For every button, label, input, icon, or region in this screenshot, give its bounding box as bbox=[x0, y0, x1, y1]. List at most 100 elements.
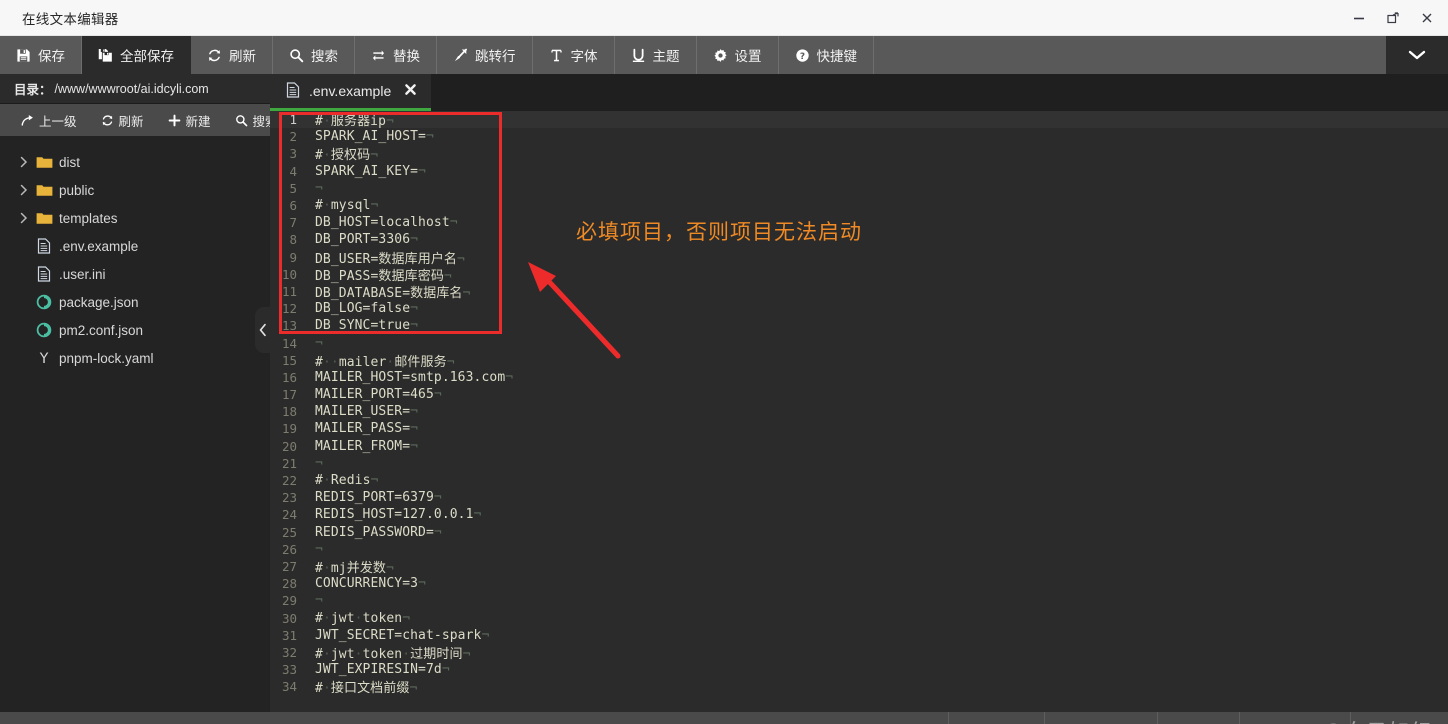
line-number: 30 bbox=[281, 610, 297, 626]
code-line[interactable]: 6 #·mysql¬ bbox=[270, 197, 1448, 214]
code-line[interactable]: 25 REDIS_PASSWORD=¬ bbox=[270, 524, 1448, 541]
line-number: 25 bbox=[281, 524, 297, 540]
code-line[interactable]: 19 MAILER_PASS=¬ bbox=[270, 420, 1448, 437]
toolbar-button-save[interactable]: 保存 bbox=[0, 36, 82, 74]
tree-item-pm2-conf-json[interactable]: pm2.conf.json bbox=[0, 316, 270, 344]
toolbar-button-theme[interactable]: 主题 bbox=[615, 36, 697, 74]
tree-item-env-example[interactable]: .env.example bbox=[0, 232, 270, 260]
line-number: 31 bbox=[281, 627, 297, 643]
toolbar-button-goto-line[interactable]: 跳转行 bbox=[437, 36, 533, 74]
screen: 全局：公众消息进入计算 在线文本编辑器 bbox=[0, 0, 1448, 724]
code-line[interactable]: 5 ¬ bbox=[270, 180, 1448, 197]
minimize-icon bbox=[1354, 17, 1364, 20]
code-line[interactable]: 15 #··mailer·邮件服务¬ bbox=[270, 352, 1448, 370]
status-encoding[interactable]: 编码: UTF-8 bbox=[1238, 712, 1350, 724]
code-line[interactable]: 13 DB_SYNC=true¬ bbox=[270, 317, 1448, 334]
code-line[interactable]: 32 #·jwt·token·过期时间¬ bbox=[270, 644, 1448, 662]
line-number: 21 bbox=[281, 455, 297, 471]
file-icon bbox=[32, 266, 56, 282]
line-number: 5 bbox=[289, 180, 297, 196]
code-line[interactable]: 9 DB_USER=数据库用户名¬ bbox=[270, 249, 1448, 267]
code-line[interactable]: 14 ¬ bbox=[270, 334, 1448, 351]
toolbar-button-shortcuts[interactable]: ? 快捷键 bbox=[779, 36, 874, 74]
fm-button-up-level[interactable]: 上一级 bbox=[12, 108, 86, 133]
fm-button-new[interactable]: 新建 bbox=[159, 108, 220, 133]
code-line[interactable]: 33 JWT_EXPIRESIN=7d¬ bbox=[270, 661, 1448, 678]
status-indent-spaces[interactable]: 空格: 4 bbox=[1157, 712, 1238, 724]
code-line[interactable]: 8 DB_PORT=3306¬ bbox=[270, 231, 1448, 248]
code-line[interactable]: 30 #·jwt·token¬ bbox=[270, 609, 1448, 626]
code-line[interactable]: 3 #·授权码¬ bbox=[270, 145, 1448, 163]
code-line[interactable]: 18 MAILER_USER=¬ bbox=[270, 403, 1448, 420]
code-line[interactable]: 7 DB_HOST=localhost¬ bbox=[270, 214, 1448, 231]
tree-item-package-json[interactable]: package.json bbox=[0, 288, 270, 316]
code-text: SPARK_AI_HOST=¬ bbox=[315, 129, 434, 145]
code-text: #·接口文档前缀¬ bbox=[315, 681, 418, 697]
line-number: 10 bbox=[281, 266, 297, 282]
code-line[interactable]: 2 SPARK_AI_HOST=¬ bbox=[270, 128, 1448, 145]
status-history-version[interactable]: 历史版本: 无 bbox=[1044, 712, 1157, 724]
toolbar-button-settings[interactable]: 设置 bbox=[697, 36, 779, 74]
code-line[interactable]: 16 MAILER_HOST=smtp.163.com¬ bbox=[270, 369, 1448, 386]
code-line[interactable]: 26 ¬ bbox=[270, 541, 1448, 558]
chevron-right-icon[interactable] bbox=[16, 184, 32, 196]
status-language[interactable]: 语言: Text bbox=[1349, 712, 1448, 724]
folder-icon bbox=[32, 155, 56, 169]
tree-label-templates: templates bbox=[59, 210, 118, 226]
toolbar-button-font[interactable]: 字体 bbox=[533, 36, 615, 74]
tab-env-example[interactable]: .env.example bbox=[270, 74, 432, 111]
maximize-button[interactable] bbox=[1376, 0, 1410, 36]
code-line[interactable]: 1 #·服务器ip¬ bbox=[270, 111, 1448, 130]
tree-item-templates[interactable]: templates bbox=[0, 204, 270, 232]
toolbar-label-replace: 替换 bbox=[393, 49, 420, 64]
toolbar-button-search[interactable]: 搜索 bbox=[273, 36, 355, 74]
code-line[interactable]: 23 REDIS_PORT=6379¬ bbox=[270, 489, 1448, 506]
toolbar-button-save-all[interactable]: 全部保存 bbox=[82, 36, 191, 74]
minimize-button[interactable] bbox=[1342, 0, 1376, 36]
code-line[interactable]: 22 #·Redis¬ bbox=[270, 472, 1448, 489]
code-line[interactable]: 24 REDIS_HOST=127.0.0.1¬ bbox=[270, 506, 1448, 523]
json-file-icon bbox=[32, 294, 56, 310]
code-line[interactable]: 12 DB_LOG=false¬ bbox=[270, 300, 1448, 317]
code-line[interactable]: 4 SPARK_AI_KEY=¬ bbox=[270, 163, 1448, 180]
tree-item-user-ini[interactable]: .user.ini bbox=[0, 260, 270, 288]
line-number: 17 bbox=[281, 387, 297, 403]
code-line[interactable]: 29 ¬ bbox=[270, 592, 1448, 609]
tree-item-dist[interactable]: dist bbox=[0, 148, 270, 176]
code-lines[interactable]: 1 #·服务器ip¬ 2 SPARK_AI_HOST=¬ 3 #·授权码¬ 4 SPARK_A… bbox=[270, 111, 1448, 697]
code-line[interactable]: 31 JWT_SECRET=chat-spark¬ bbox=[270, 627, 1448, 644]
code-editor[interactable]: 1 #·服务器ip¬ 2 SPARK_AI_HOST=¬ 3 #·授权码¬ 4 SPARK_A… bbox=[270, 111, 1448, 712]
fm-label-new: 新建 bbox=[185, 114, 211, 129]
chevron-right-icon[interactable] bbox=[16, 212, 32, 224]
status-cursor-position[interactable]: 行 1, 列 0 bbox=[948, 712, 1044, 724]
code-text: #·服务器ip¬ bbox=[315, 114, 394, 130]
code-line[interactable]: 11 DB_DATABASE=数据库名¬ bbox=[270, 283, 1448, 301]
line-number: 12 bbox=[281, 301, 297, 317]
tree-item-public[interactable]: public bbox=[0, 176, 270, 204]
toolbar-button-refresh[interactable]: 刷新 bbox=[191, 36, 273, 74]
code-line[interactable]: 17 MAILER_PORT=465¬ bbox=[270, 386, 1448, 403]
close-button[interactable] bbox=[1410, 0, 1444, 36]
goto-line-icon bbox=[454, 48, 467, 61]
code-line[interactable]: 21 ¬ bbox=[270, 455, 1448, 472]
tree-item-pnpm-lock-yaml[interactable]: Y pnpm-lock.yaml bbox=[0, 344, 270, 372]
toolbar-overflow-button[interactable] bbox=[1386, 36, 1448, 74]
toolbar: 保存 全部保存 刷新 搜索 替换 跳转行 字体 主题 设置 ? 快捷键 bbox=[0, 36, 1448, 74]
sidebar-collapse-handle[interactable] bbox=[255, 307, 271, 353]
code-line[interactable]: 20 MAILER_FROM=¬ bbox=[270, 438, 1448, 455]
code-line[interactable]: 10 DB_PASS=数据库密码¬ bbox=[270, 266, 1448, 284]
tab-strip: .env.example bbox=[270, 74, 1448, 111]
help-icon: ? bbox=[795, 48, 809, 61]
file-icon bbox=[32, 238, 56, 254]
code-text: MAILER_PORT=465¬ bbox=[315, 387, 442, 403]
tab-close-icon[interactable] bbox=[404, 83, 417, 99]
code-line[interactable]: 34 #·接口文档前缀¬ bbox=[270, 678, 1448, 697]
code-line[interactable]: 27 #·mj并发数¬ bbox=[270, 558, 1448, 576]
chevron-right-icon[interactable] bbox=[16, 156, 32, 168]
tree-label-pm2-conf-json: pm2.conf.json bbox=[59, 322, 144, 338]
code-line[interactable]: 28 CONCURRENCY=3¬ bbox=[270, 575, 1448, 592]
toolbar-button-replace[interactable]: 替换 bbox=[355, 36, 437, 74]
code-scroll-region[interactable]: 1 #·服务器ip¬ 2 SPARK_AI_HOST=¬ 3 #·授权码¬ 4 SPARK_A… bbox=[270, 111, 1448, 712]
line-number: 19 bbox=[281, 421, 297, 437]
fm-button-refresh[interactable]: 刷新 bbox=[92, 108, 153, 133]
